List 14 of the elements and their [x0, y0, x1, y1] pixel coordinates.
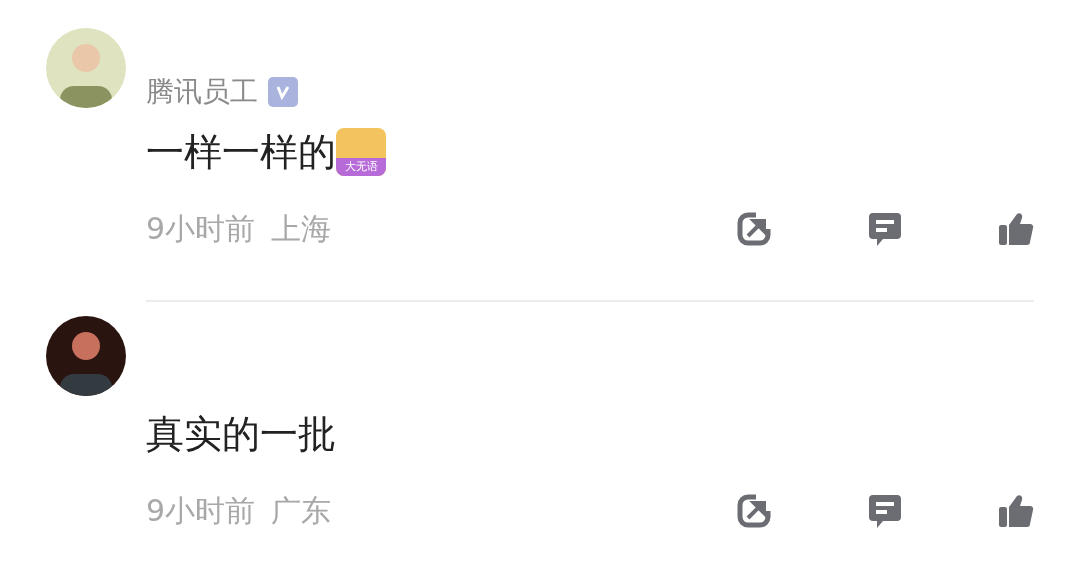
comment-time: 9小时前: [146, 209, 256, 248]
thumbs-up-icon[interactable]: [998, 493, 1034, 529]
comment-icon[interactable]: [867, 211, 903, 247]
comment-text: 真实的一批: [146, 410, 336, 458]
comment-icon[interactable]: [867, 493, 903, 529]
share-icon[interactable]: [736, 493, 772, 529]
sticker: 大无语: [336, 128, 386, 176]
comment-location: 上海: [271, 209, 332, 248]
share-icon[interactable]: [736, 211, 772, 247]
comment-location: 广东: [271, 491, 332, 530]
thumbs-up-icon[interactable]: [998, 211, 1034, 247]
badge-label: 腾讯员工: [146, 74, 258, 110]
comment-time: 9小时前: [146, 491, 256, 530]
comment-text: 一样一样的: [146, 128, 336, 176]
